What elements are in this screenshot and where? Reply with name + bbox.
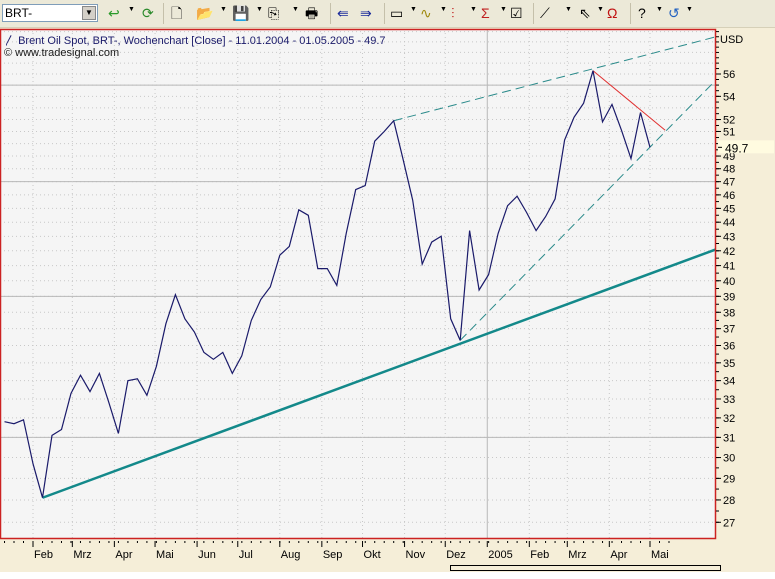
x-tick-label: Apr [610, 549, 627, 561]
x-tick-label: Mai [156, 549, 174, 561]
last-price-label: 49.7 [725, 141, 749, 155]
y-axis-unit: USD [720, 34, 743, 46]
y-tick-label: 29 [723, 473, 735, 485]
y-tick-label: 34 [723, 376, 735, 388]
price-chart[interactable]: Feb Mrz Apr Mai Jun Jul Aug Sep Okt Nov Dez 2005 Feb… [0, 0, 775, 579]
x-tick-label: Mai [651, 549, 669, 561]
y-tick-label: 30 [723, 453, 735, 465]
y-tick-label: 44 [723, 217, 735, 229]
x-tick-label: Dez [446, 549, 466, 561]
copyright-icon: © [4, 47, 16, 59]
y-tick-label: 43 [723, 231, 735, 243]
x-tick-label: Mrz [568, 549, 586, 561]
x-tick-label: Feb [34, 549, 53, 561]
y-tick-label: 39 [723, 291, 735, 303]
y-tick-label: 51 [723, 126, 735, 138]
y-tick-label: 33 [723, 394, 735, 406]
x-tick-label: Nov [406, 549, 426, 561]
y-tick-label: 40 [723, 276, 735, 288]
x-tick-label: Jun [198, 549, 216, 561]
copyright: © www.tradesignal.com [4, 47, 119, 59]
y-tick-label: 48 [723, 164, 735, 176]
copyright-text: www.tradesignal.com [15, 47, 120, 59]
x-tick-label: Mrz [73, 549, 91, 561]
x-tick-label: Apr [115, 549, 132, 561]
chart-title-text: Brent Oil Spot, BRT-, Wochenchart [Close… [18, 35, 386, 47]
y-tick-label: 42 [723, 246, 735, 258]
y-tick-label: 47 [723, 177, 735, 189]
y-tick-label: 27 [723, 517, 735, 529]
y-tick-label: 36 [723, 341, 735, 353]
x-tick-label: Aug [281, 549, 301, 561]
x-tick-label: Jul [239, 549, 253, 561]
y-tick-label: 31 [723, 432, 735, 444]
y-tick-label: 28 [723, 495, 735, 507]
x-tick-label: Okt [364, 549, 381, 561]
y-tick-label: 37 [723, 324, 735, 336]
y-tick-label: 56 [723, 69, 735, 81]
y-tick-label: 54 [723, 91, 735, 103]
y-tick-label: 38 [723, 307, 735, 319]
x-tick-label: Sep [323, 549, 343, 561]
y-tick-label: 46 [723, 190, 735, 202]
y-tick-label: 32 [723, 413, 735, 425]
y-tick-label: 35 [723, 358, 735, 370]
chart-title: 〳 Brent Oil Spot, BRT-, Wochenchart [Clo… [4, 32, 386, 48]
line-chart-icon: 〳 [4, 35, 19, 47]
horizontal-scrollbar[interactable] [450, 565, 721, 571]
y-tick-label: 41 [723, 261, 735, 273]
plot-area [0, 29, 716, 539]
x-tick-label: Feb [530, 549, 549, 561]
x-tick-label: 2005 [488, 549, 512, 561]
y-tick-label: 45 [723, 203, 735, 215]
y-tick-label: 52 [723, 115, 735, 127]
